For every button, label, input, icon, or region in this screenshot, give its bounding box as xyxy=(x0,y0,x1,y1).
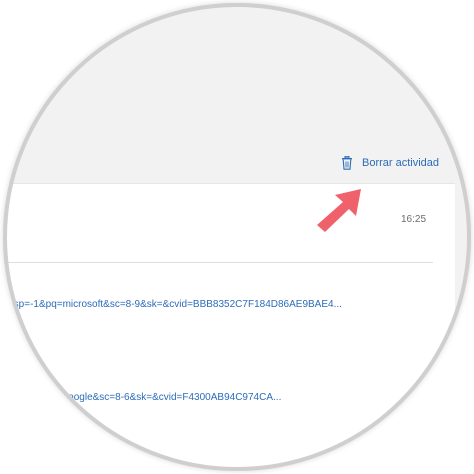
entry-time: 16:25 xyxy=(401,214,427,225)
history-url-link[interactable]: &sp=-1&pq=google&sc=8-6&sk=&cvid=F4300AB… xyxy=(7,392,281,403)
clear-activity-button[interactable]: Borrar actividad xyxy=(341,156,439,170)
clear-activity-label: Borrar actividad xyxy=(362,157,440,169)
divider xyxy=(3,262,433,263)
history-url-link[interactable]: &sp=-1&pq=microsoft&sc=8-9&sk=&cvid=BBB8… xyxy=(7,299,342,310)
magnifier-lens: Borrar actividad 16:25 &sp=-1&pq=microso… xyxy=(3,3,471,471)
arrow-icon xyxy=(317,189,361,232)
history-card xyxy=(3,183,455,471)
trash-icon xyxy=(342,156,352,170)
screenshot-frame: Borrar actividad 16:25 &sp=-1&pq=microso… xyxy=(0,0,474,474)
